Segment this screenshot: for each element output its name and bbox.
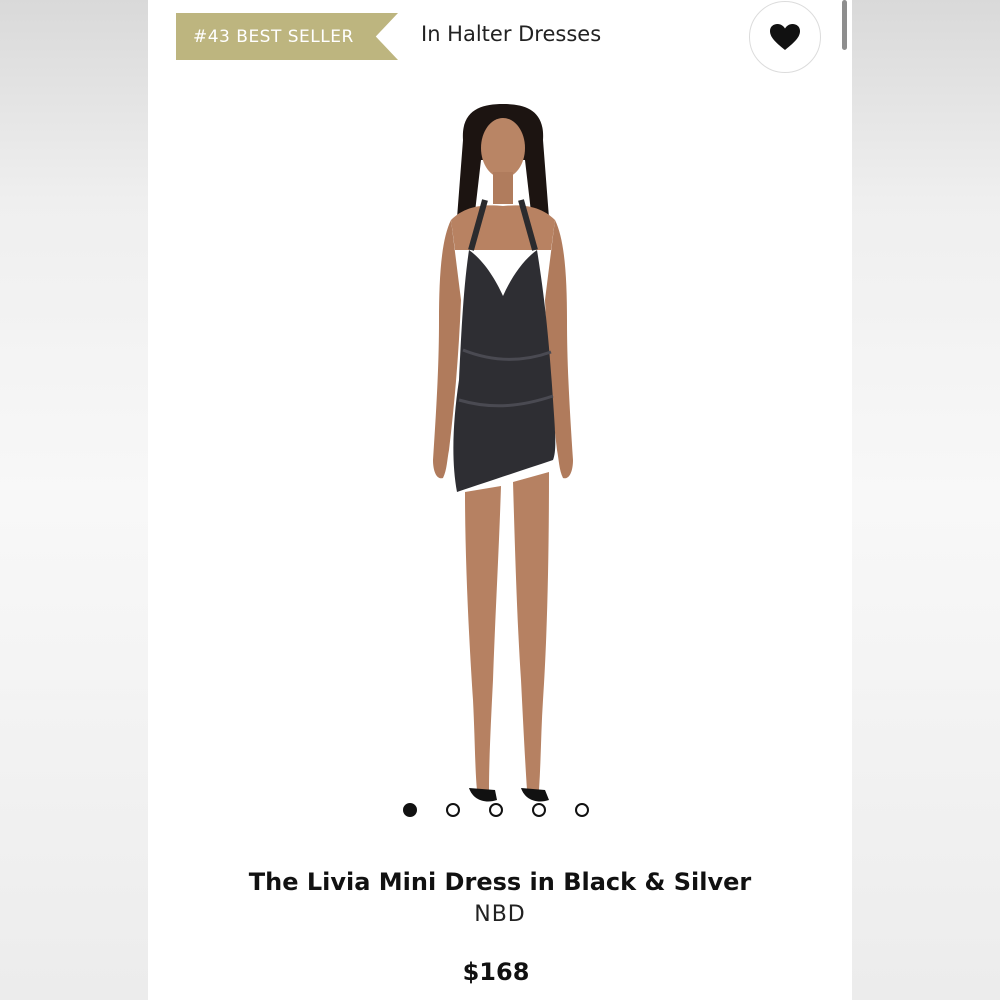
image-pagination <box>403 803 598 819</box>
product-panel: #43 BEST SELLER In Halter Dresses The Li… <box>148 0 852 1000</box>
pagination-dot-5[interactable] <box>575 803 589 817</box>
product-title: The Livia Mini Dress in Black & Silver <box>248 868 752 896</box>
pagination-dot-1[interactable] <box>403 803 417 817</box>
favorite-button[interactable] <box>749 1 821 73</box>
pagination-dot-4[interactable] <box>532 803 546 817</box>
category-link[interactable]: In Halter Dresses <box>421 22 601 46</box>
heart-icon <box>770 24 800 50</box>
pagination-dot-3[interactable] <box>489 803 503 817</box>
product-price: $168 <box>462 958 530 986</box>
left-background <box>0 0 148 1000</box>
best-seller-label: #43 BEST SELLER <box>193 26 354 47</box>
brand-name[interactable]: NBD <box>148 902 852 927</box>
pagination-dot-2[interactable] <box>446 803 460 817</box>
best-seller-badge: #43 BEST SELLER <box>176 13 398 60</box>
product-image[interactable] <box>403 100 603 820</box>
right-background <box>852 0 1000 1000</box>
scrollbar[interactable] <box>842 0 847 50</box>
